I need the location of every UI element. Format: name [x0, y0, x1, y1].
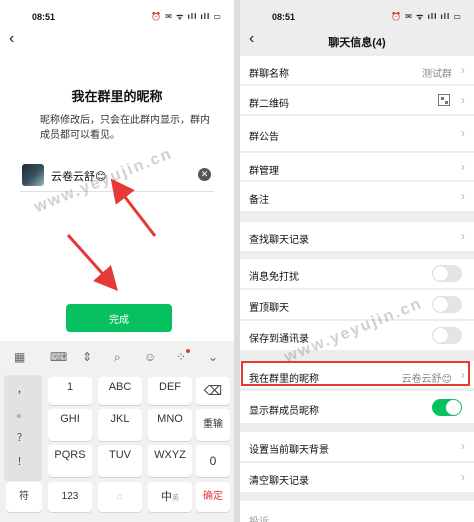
key-ghi[interactable]: GHI — [48, 409, 92, 441]
punct-comma-key[interactable]: ， — [6, 381, 38, 396]
chevron-right-icon: › — [461, 126, 465, 140]
punct-question-key[interactable]: ？ — [6, 429, 38, 444]
nickname-edit-screen: 08:51 ⏰ ✉ ᯤ ıll ıll ▭ ‹ 我在群里的昵称 昵称修改后，只会… — [0, 0, 234, 522]
status-icons: ⏰ ✉ ᯤ ıll ıll ▭ — [151, 12, 222, 21]
chevron-right-icon: › — [461, 439, 465, 453]
save-contacts-toggle[interactable] — [432, 327, 462, 344]
apps-icon[interactable]: ⁘ — [176, 350, 186, 364]
key-jkl[interactable]: JKL — [98, 409, 142, 441]
notification-dot — [186, 349, 190, 353]
qrcode-icon — [438, 94, 450, 106]
backspace-key[interactable]: ⌫ — [196, 377, 230, 405]
chevron-right-icon: › — [461, 470, 465, 484]
done-button[interactable]: 完成 — [66, 304, 172, 332]
key-def[interactable]: DEF — [148, 377, 192, 405]
show-nickname-toggle[interactable] — [432, 399, 462, 416]
page-title: 我在群里的昵称 — [71, 89, 163, 104]
key-abc[interactable]: ABC — [98, 377, 142, 405]
row-group-qrcode[interactable]: 群二维码 › — [240, 86, 474, 115]
nickname-row-highlight — [241, 361, 470, 386]
status-time: 08:51 — [272, 12, 296, 22]
row-clear-history[interactable]: 清空聊天记录 › — [240, 463, 474, 493]
row-remark[interactable]: 备注 › — [240, 182, 474, 212]
search-icon[interactable]: ⌕ — [114, 350, 121, 365]
keyboard-icon[interactable]: ⌨ — [50, 350, 67, 364]
key-0[interactable]: 0 — [196, 445, 230, 477]
mute-toggle[interactable] — [432, 265, 462, 282]
collapse-icon[interactable]: ⌄ — [208, 350, 218, 364]
key-mno[interactable]: MNO — [148, 409, 192, 441]
status-bar: 08:51 ⏰ ✉ ᯤ ıll ıll ▭ — [0, 0, 234, 30]
emoji-icon[interactable]: ☺ — [144, 350, 156, 364]
status-icons: ⏰ ✉ ᯤ ıll ıll ▭ — [391, 12, 462, 21]
chevron-right-icon: › — [461, 229, 465, 243]
keyboard-toolbar: ▦ ⌨ ⇕ ⌕ ☺ ⁘ ⌄ — [0, 341, 234, 375]
number-key[interactable]: 123 — [48, 482, 92, 512]
row-complain[interactable]: 投诉 — [240, 501, 474, 522]
status-time: 08:51 — [32, 12, 56, 22]
clear-icon[interactable]: ✕ — [198, 168, 211, 181]
page-title: 聊天信息(4) — [328, 37, 386, 49]
arrow-to-done — [66, 234, 118, 291]
chat-info-screen: 08:51 ⏰ ✉ ᯤ ıll ıll ▭ ‹ 聊天信息(4) 群聊名称 测试群… — [240, 0, 474, 522]
chevron-right-icon: › — [461, 160, 465, 174]
keyboard-grid-icon[interactable]: ▦ — [14, 350, 25, 364]
row-pin: 置顶聊天 — [240, 290, 474, 320]
row-group-name[interactable]: 群聊名称 测试群 › — [240, 56, 474, 85]
key-pqrs[interactable]: PQRS — [48, 445, 92, 477]
chevron-right-icon: › — [461, 93, 465, 107]
cursor-icon[interactable]: ⇕ — [82, 350, 92, 364]
key-tuv[interactable]: TUV — [98, 445, 142, 477]
language-switch-key[interactable]: 中英 — [148, 482, 192, 512]
back-arrow-icon[interactable]: ‹ — [9, 30, 14, 48]
status-bar: 08:51 ⏰ ✉ ᯤ ıll ıll ▭ — [240, 0, 474, 30]
avatar — [22, 164, 44, 186]
row-search-history[interactable]: 查找聊天记录 › — [240, 222, 474, 252]
t9-keyboard: ▦ ⌨ ⇕ ⌕ ☺ ⁘ ⌄ ， 。 ？ ！ 1 ABC DEF ⌫ GHI JK… — [0, 341, 234, 522]
microphone-icon: ⌂ — [116, 491, 124, 502]
punct-period-key[interactable]: 。 — [6, 405, 38, 420]
pin-toggle[interactable] — [432, 296, 462, 313]
confirm-key[interactable]: 确定 — [196, 482, 230, 512]
row-mute: 消息免打扰 — [240, 259, 474, 289]
space-key[interactable]: ⌂ — [98, 482, 142, 512]
key-1[interactable]: 1 — [48, 377, 92, 405]
row-show-member-nickname: 显示群成员昵称 — [240, 391, 474, 424]
reenter-key[interactable]: 重输 — [196, 409, 230, 441]
chevron-right-icon: › — [461, 189, 465, 203]
arrow-to-nickname — [110, 178, 157, 237]
row-chat-background[interactable]: 设置当前聊天背景 › — [240, 432, 474, 462]
row-group-manage[interactable]: 群管理 › — [240, 153, 474, 181]
symbol-key[interactable]: 符 — [6, 482, 42, 512]
chevron-right-icon: › — [461, 63, 465, 77]
punct-exclaim-key[interactable]: ！ — [6, 453, 38, 468]
nickname-description: 昵称修改后，只会在此群内显示，群内成员都可以看见。 — [40, 115, 210, 141]
row-group-notice[interactable]: 群公告 › — [240, 116, 474, 152]
key-wxyz[interactable]: WXYZ — [148, 445, 192, 477]
